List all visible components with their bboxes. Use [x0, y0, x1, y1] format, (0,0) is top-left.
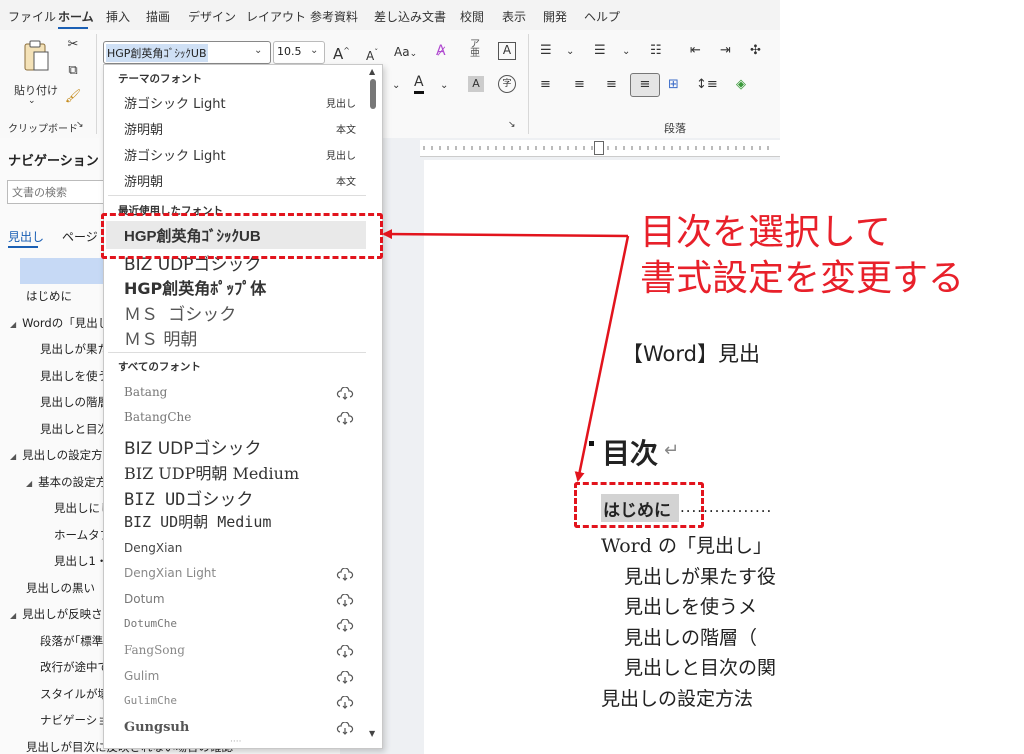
callout-line-1: 目次を選択して	[640, 212, 891, 253]
arrow-to-toc	[574, 235, 630, 482]
arrow-to-font	[382, 229, 629, 240]
callout-line-2: 書式設定を変更する	[640, 258, 965, 299]
annotation-arrows	[382, 229, 630, 482]
annotation-callout: 目次を選択して 書式設定を変更する	[640, 210, 964, 302]
